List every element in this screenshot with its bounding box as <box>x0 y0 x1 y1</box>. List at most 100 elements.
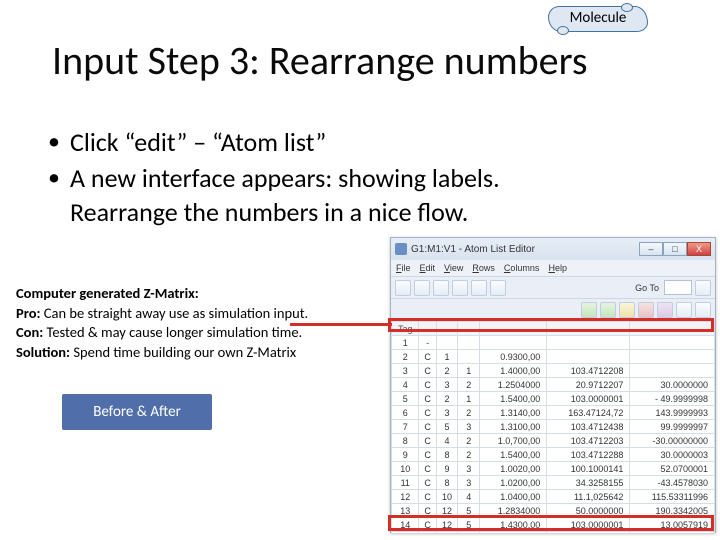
cell[interactable]: 11 <box>392 476 419 490</box>
menu-columns[interactable]: Columns <box>504 260 540 276</box>
cell[interactable]: C <box>419 476 436 490</box>
cell[interactable]: 8 <box>436 448 458 462</box>
cell[interactable]: 14 <box>392 518 419 532</box>
cell[interactable] <box>547 350 630 364</box>
cell[interactable]: 163.47124,72 <box>547 406 630 420</box>
tool-icon[interactable] <box>490 280 506 296</box>
cell[interactable]: 14 <box>436 532 458 534</box>
table-row[interactable]: 1- <box>392 336 715 350</box>
cell[interactable]: 50.0000000 <box>547 504 630 518</box>
cell[interactable]: 3 <box>436 378 458 392</box>
cell[interactable]: 1.0400,00 <box>480 490 547 504</box>
cell[interactable]: 100.1000141 <box>547 462 630 476</box>
table-row[interactable]: 7C531.3100,00103.471243899.9999997 <box>392 420 715 434</box>
cell[interactable]: 103.0000001 <box>547 392 630 406</box>
tool-icon[interactable] <box>657 302 673 318</box>
cell[interactable]: 103.4712207 <box>547 532 630 534</box>
cell[interactable] <box>480 336 547 350</box>
cell[interactable]: 2 <box>458 378 480 392</box>
tool-icon[interactable] <box>452 280 468 296</box>
cell[interactable]: 30.0000003 <box>630 448 715 462</box>
cell[interactable]: 103.4712208 <box>547 364 630 378</box>
table-row[interactable]: 13C1251.283400050.0000000190.3342005 <box>392 504 715 518</box>
table-row[interactable]: 14C1251.4300,00103.000000113.0057919 <box>392 518 715 532</box>
cell[interactable]: 103.4712438 <box>547 420 630 434</box>
cell[interactable]: 0.9300,00 <box>480 532 547 534</box>
cell[interactable]: 150.0000000 <box>630 532 715 534</box>
close-button[interactable]: X <box>687 242 711 256</box>
cell[interactable]: -43.4578030 <box>630 476 715 490</box>
cell[interactable] <box>630 364 715 378</box>
cell[interactable]: - <box>419 336 436 350</box>
cell[interactable]: 103.4712203 <box>547 434 630 448</box>
cell[interactable]: 1.3140,00 <box>480 406 547 420</box>
cell[interactable]: 1 <box>436 350 458 364</box>
cell[interactable]: 1.3100,00 <box>480 420 547 434</box>
cell[interactable]: 115.53311996 <box>630 490 715 504</box>
cell[interactable]: C <box>419 504 436 518</box>
cell[interactable]: 13.0057919 <box>630 518 715 532</box>
cell[interactable]: 1 <box>392 336 419 350</box>
cell[interactable]: 2 <box>458 434 480 448</box>
cell[interactable]: 12 <box>436 518 458 532</box>
menu-edit[interactable]: Edit <box>420 260 436 276</box>
cell[interactable]: 3 <box>458 476 480 490</box>
tool-icon[interactable] <box>695 302 711 318</box>
cell[interactable]: C <box>419 420 436 434</box>
cell[interactable]: 103.4712288 <box>547 448 630 462</box>
menu-view[interactable]: View <box>444 260 463 276</box>
cell[interactable]: 15 <box>392 532 419 534</box>
tool-icon[interactable] <box>600 302 616 318</box>
table-row[interactable]: 10C931.0020,00100.100014152.0700001 <box>392 462 715 476</box>
cell[interactable]: 190.3342005 <box>630 504 715 518</box>
cell[interactable]: 3 <box>436 406 458 420</box>
cell[interactable]: 1.2504000 <box>480 378 547 392</box>
cell[interactable]: 5 <box>392 392 419 406</box>
menu-file[interactable]: File <box>396 260 411 276</box>
cell[interactable]: -30.00000000 <box>630 434 715 448</box>
cell[interactable]: 2 <box>392 350 419 364</box>
maximize-button[interactable]: □ <box>663 242 687 256</box>
table-row[interactable]: 2C10.9300,00 <box>392 350 715 364</box>
cell[interactable]: 20.9712207 <box>547 378 630 392</box>
cell[interactable]: 10 <box>436 490 458 504</box>
cell[interactable]: 1 <box>458 364 480 378</box>
cell[interactable]: C <box>419 350 436 364</box>
cell[interactable]: 5 <box>458 504 480 518</box>
cell[interactable]: 4 <box>392 378 419 392</box>
cell[interactable]: 1.0,700,00 <box>480 434 547 448</box>
table-row[interactable]: 3C211.4000,00103.4712208 <box>392 364 715 378</box>
table-row[interactable]: 15H14120.9300,00103.4712207150.0000000 <box>392 532 715 534</box>
cell[interactable]: 4 <box>436 434 458 448</box>
tool-icon[interactable] <box>395 280 411 296</box>
cell[interactable] <box>436 336 458 350</box>
table-row[interactable]: 4C321.250400020.971220730.0000000 <box>392 378 715 392</box>
tool-icon[interactable] <box>638 302 654 318</box>
cell[interactable]: 6 <box>392 406 419 420</box>
table-row[interactable]: 12C1041.0400,0011.1,025642115.53311996 <box>392 490 715 504</box>
cell[interactable]: 1.5400,00 <box>480 448 547 462</box>
cell[interactable]: 11.1,025642 <box>547 490 630 504</box>
cell[interactable]: 2 <box>458 406 480 420</box>
cell[interactable]: 1.2834000 <box>480 504 547 518</box>
table-row[interactable]: 6C321.3140,00163.47124,72143.9999993 <box>392 406 715 420</box>
cell[interactable]: 52.0700001 <box>630 462 715 476</box>
cell[interactable]: 8 <box>392 434 419 448</box>
cell[interactable]: 10 <box>392 462 419 476</box>
cell[interactable]: 3 <box>458 420 480 434</box>
col-header[interactable] <box>419 322 436 336</box>
goto-go-button[interactable] <box>695 280 711 296</box>
cell[interactable]: 3 <box>392 364 419 378</box>
table-row[interactable]: 11C831.0200,0034.3258155-43.4578030 <box>392 476 715 490</box>
cell[interactable]: 1.4000,00 <box>480 364 547 378</box>
col-header[interactable] <box>458 322 480 336</box>
cell[interactable]: 8 <box>436 476 458 490</box>
tool-icon[interactable] <box>581 302 597 318</box>
minimize-button[interactable]: – <box>639 242 663 256</box>
cell[interactable] <box>547 336 630 350</box>
cell[interactable] <box>458 350 480 364</box>
cell[interactable]: 34.3258155 <box>547 476 630 490</box>
cell[interactable]: 12 <box>436 504 458 518</box>
cell[interactable]: 12 <box>392 490 419 504</box>
table-row[interactable]: 9C821.5400,00103.471228830.0000003 <box>392 448 715 462</box>
